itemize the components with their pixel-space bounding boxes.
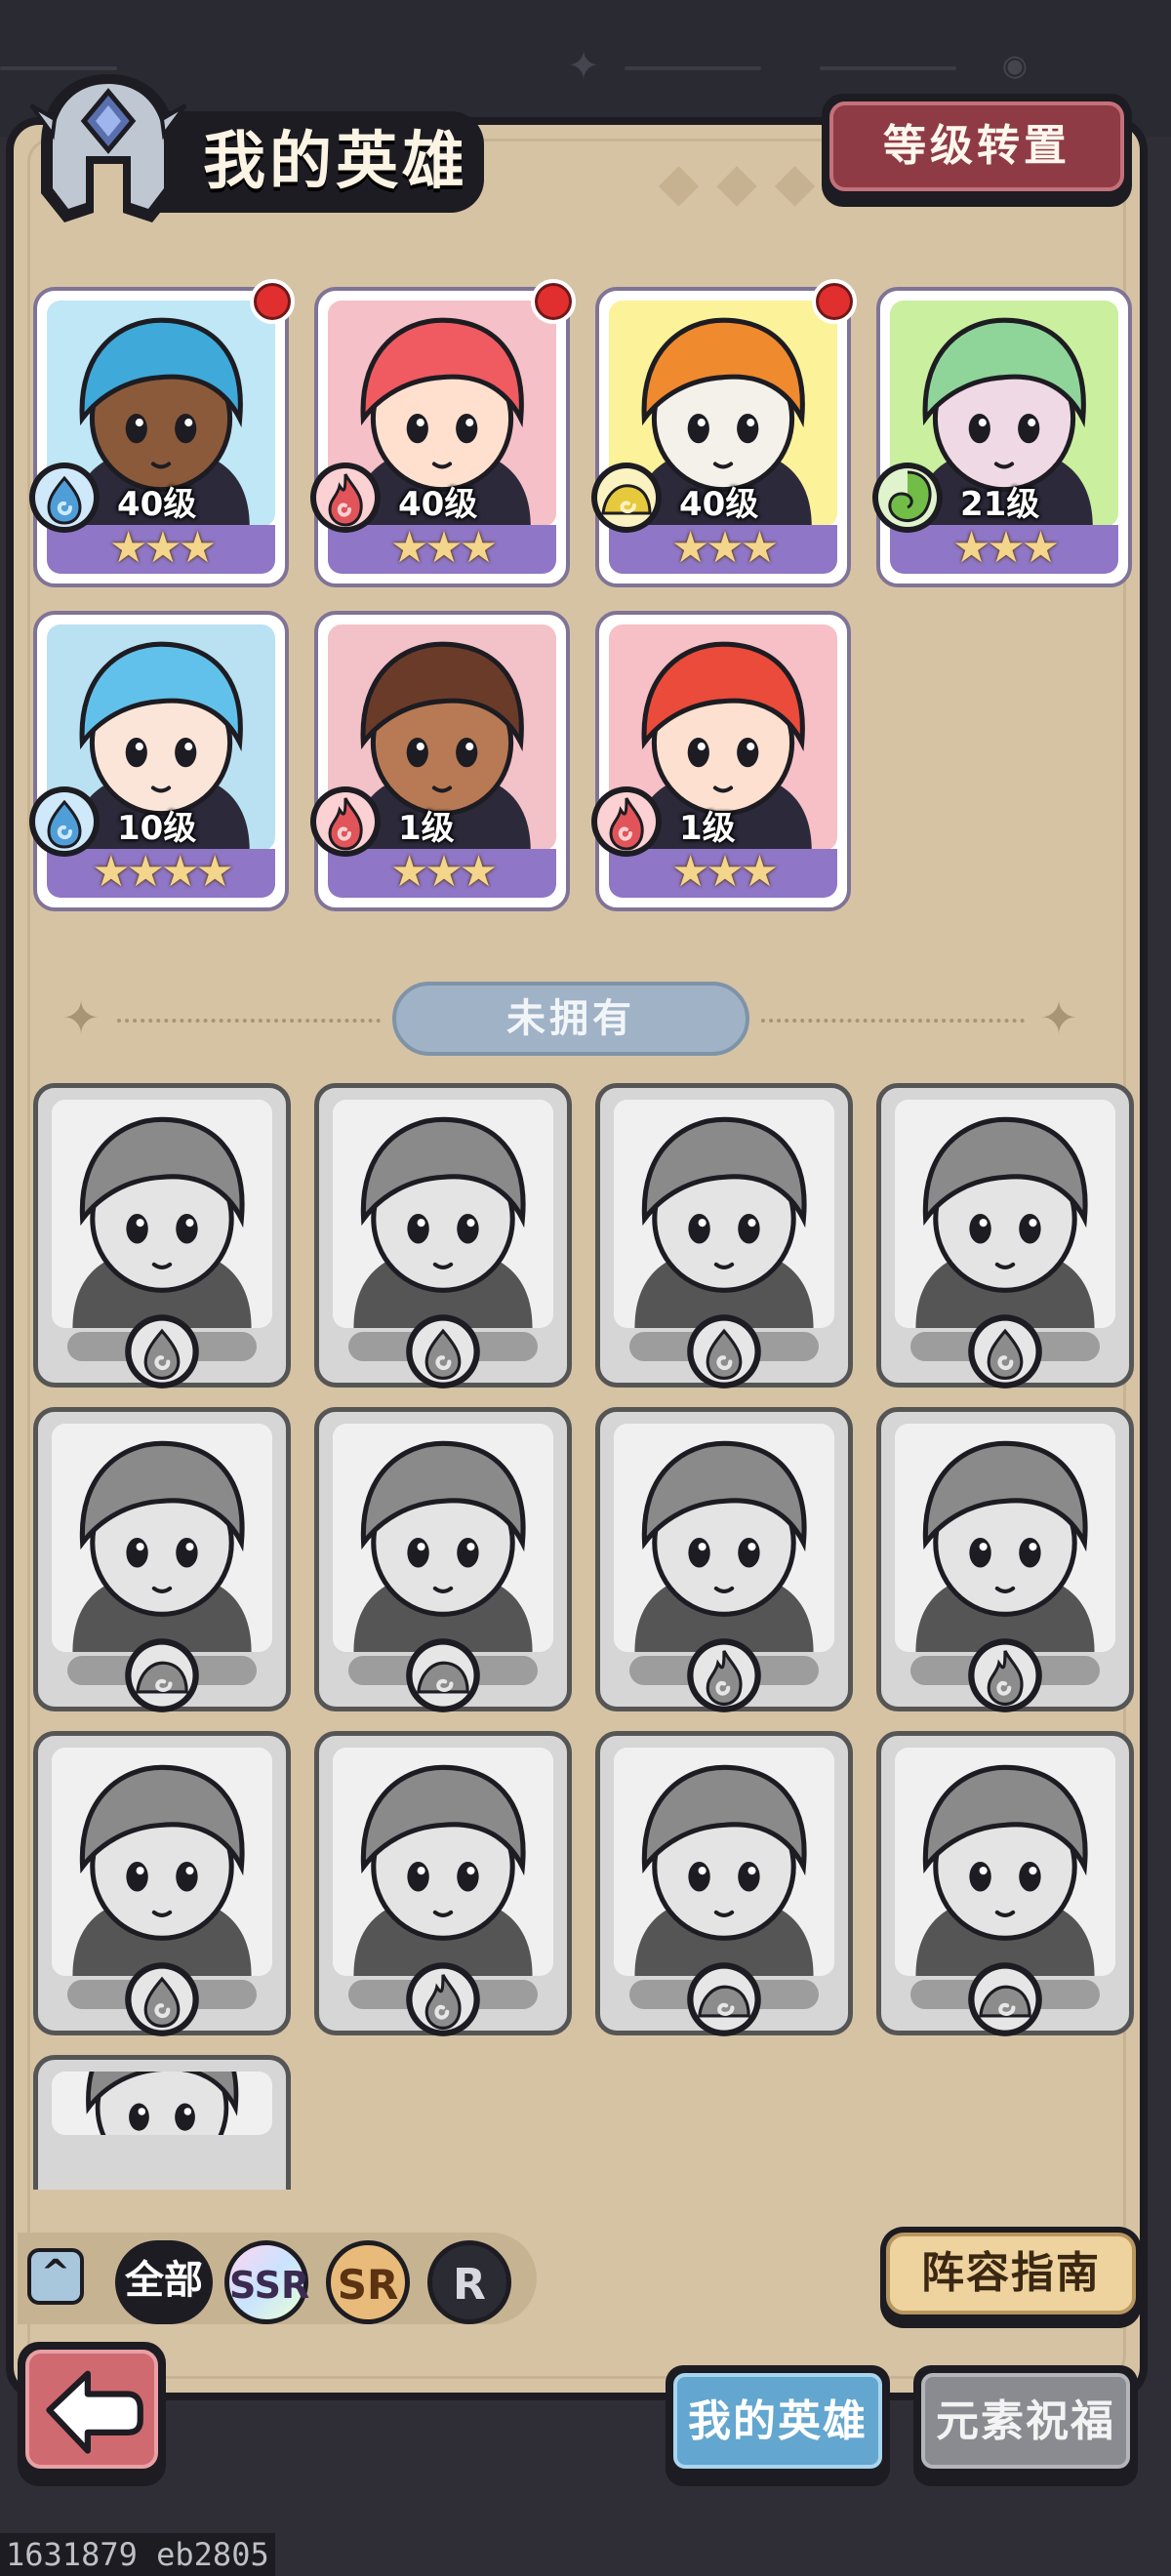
rarity-filter-bar: ^ 全部 SSR SR R	[18, 2233, 537, 2324]
page-title: 我的英雄	[203, 126, 468, 198]
earth-element-icon	[964, 1956, 1046, 2038]
locked-hero-portrait	[52, 1100, 272, 1328]
hero-level: 1级	[398, 809, 455, 848]
hero-level: 40级	[398, 485, 478, 524]
build-id: 1631879 eb2805	[0, 2533, 275, 2576]
back-button[interactable]	[18, 2342, 166, 2486]
title-banner: 我的英雄	[152, 111, 484, 213]
hero-card[interactable]: ★★★ 1级	[591, 611, 851, 911]
locked-hero-card[interactable]	[33, 1731, 291, 2038]
red-dot-notification-icon	[812, 279, 857, 324]
water-element-icon	[25, 457, 103, 535]
lineup-guide-label: 阵容指南	[886, 2233, 1136, 2314]
filter-ssr-label: SSR	[229, 2264, 310, 2307]
tab-my-heroes[interactable]: 我的英雄	[666, 2365, 890, 2486]
filter-all-button[interactable]: 全部	[115, 2240, 213, 2324]
locked-hero-card[interactable]	[595, 1083, 853, 1390]
water-element-icon	[121, 1956, 203, 2038]
fire-element-icon	[683, 1632, 765, 1714]
locked-hero-portrait	[895, 1748, 1115, 1976]
hero-card[interactable]: ★★★ 40级	[29, 279, 295, 587]
locked-hero-portrait	[333, 1100, 553, 1328]
fire-element-icon	[587, 781, 666, 859]
locked-hero-portrait	[895, 1100, 1115, 1328]
chevron-up-icon[interactable]: ^	[27, 2248, 84, 2305]
hero-card[interactable]: ★★★ 40级	[591, 279, 857, 587]
eye-icon: ◉	[1001, 49, 1029, 83]
filter-sr-button[interactable]: SR	[326, 2240, 410, 2324]
divider-line	[117, 1019, 381, 1023]
hero-level: 40级	[117, 485, 197, 524]
locked-hero-card[interactable]	[33, 1407, 291, 1714]
locked-hero-card[interactable]	[876, 1731, 1134, 2038]
sparkle-icon: ✦	[567, 44, 600, 89]
red-dot-notification-icon	[531, 279, 576, 324]
locked-hero-portrait	[52, 1424, 272, 1652]
hero-level: 40级	[679, 485, 759, 524]
lineup-guide-button[interactable]: 阵容指南	[880, 2227, 1142, 2328]
fire-element-icon	[306, 781, 384, 859]
earth-element-icon	[587, 457, 666, 535]
hero-level: 10级	[117, 809, 197, 848]
hero-card[interactable]: ★★★ 40级	[310, 279, 576, 587]
locked-hero-card[interactable]	[314, 1083, 572, 1390]
wind-element-icon	[868, 457, 947, 535]
locked-hero-portrait	[333, 1748, 553, 1976]
earth-element-icon	[402, 1632, 484, 1714]
water-element-icon	[964, 1308, 1046, 1390]
locked-hero-card[interactable]	[595, 1731, 853, 2038]
helmet-icon	[29, 74, 187, 222]
divider-star-icon: ✦	[1039, 991, 1078, 1044]
water-element-icon	[25, 781, 103, 859]
locked-hero-portrait	[52, 2072, 272, 2135]
locked-hero-portrait	[333, 1424, 553, 1652]
earth-element-icon	[121, 1632, 203, 1714]
locked-hero-card[interactable]	[33, 1083, 291, 1390]
level-transfer-button[interactable]: 等级转置	[822, 94, 1132, 207]
tab-element-blessing[interactable]: 元素祝福	[913, 2365, 1138, 2486]
locked-hero-card[interactable]	[876, 1407, 1134, 1714]
back-button-face	[25, 2350, 158, 2469]
filter-r-label: R	[453, 2260, 486, 2310]
locked-hero-portrait	[895, 1424, 1115, 1652]
fire-element-icon	[964, 1632, 1046, 1714]
divider-line	[761, 1019, 1025, 1023]
hero-card[interactable]: ★★★ 21级	[872, 287, 1132, 587]
locked-hero-portrait	[614, 1748, 834, 1976]
fire-element-icon	[402, 1956, 484, 2038]
locked-hero-card[interactable]	[314, 1407, 572, 1714]
locked-hero-card[interactable]	[33, 2055, 291, 2190]
level-transfer-label: 等级转置	[829, 101, 1124, 191]
locked-hero-portrait	[52, 1748, 272, 1976]
tab-element-blessing-label: 元素祝福	[921, 2373, 1130, 2469]
locked-hero-portrait	[614, 1424, 834, 1652]
hero-card[interactable]: ★★★ 1级	[310, 611, 570, 911]
hero-level: 1级	[679, 809, 736, 848]
hero-level: 21级	[960, 485, 1040, 524]
not-owned-label: 未拥有	[392, 982, 749, 1056]
locked-hero-card[interactable]	[314, 1731, 572, 2038]
water-element-icon	[683, 1308, 765, 1390]
filter-r-button[interactable]: R	[427, 2240, 511, 2324]
filter-sr-label: SR	[337, 2261, 399, 2309]
deco-dash	[820, 66, 956, 70]
divider-star-icon: ✦	[61, 991, 101, 1044]
filter-all-label: 全部	[125, 2258, 203, 2303]
tab-my-heroes-label: 我的英雄	[673, 2373, 882, 2469]
locked-hero-portrait	[614, 1100, 834, 1328]
back-arrow-icon	[46, 2370, 143, 2454]
locked-hero-card[interactable]	[876, 1083, 1134, 1390]
locked-hero-card[interactable]	[595, 1407, 853, 1714]
deco-dash	[625, 66, 761, 70]
hero-card[interactable]: ★★★★ 10级	[29, 611, 289, 911]
red-dot-notification-icon	[250, 279, 295, 324]
water-element-icon	[402, 1308, 484, 1390]
water-element-icon	[121, 1308, 203, 1390]
page-header: 我的英雄	[25, 66, 484, 232]
filter-ssr-button[interactable]: SSR	[224, 2240, 310, 2324]
earth-element-icon	[683, 1956, 765, 2038]
fire-element-icon	[306, 457, 384, 535]
